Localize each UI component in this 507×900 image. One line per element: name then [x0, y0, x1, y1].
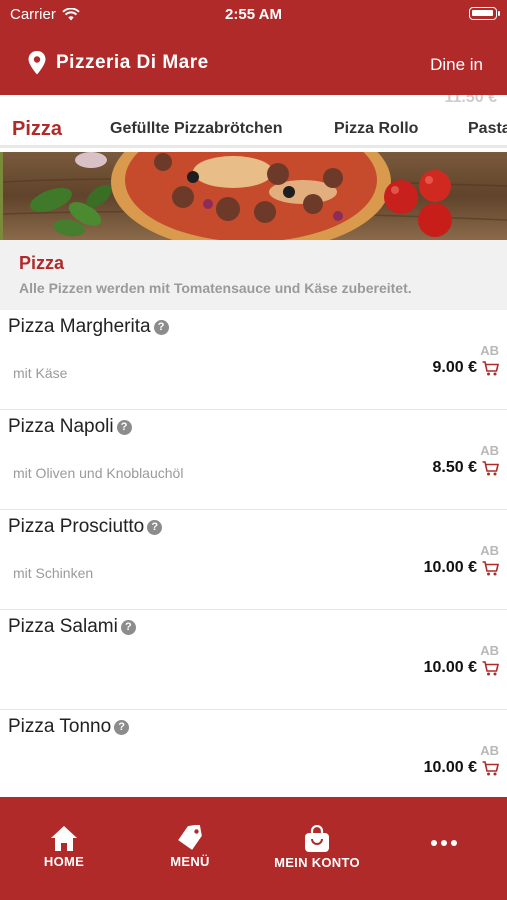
menu-item[interactable]: Pizza Salami ? AB 10.00 €	[0, 610, 507, 710]
item-price: 9.00 €	[432, 359, 477, 376]
item-price: 8.50 €	[432, 459, 477, 476]
category-section-header: Pizza Alle Pizzen werden mit Tomatensauc…	[0, 240, 507, 310]
info-icon[interactable]: ?	[116, 419, 132, 435]
price-prefix: AB	[480, 743, 499, 758]
cart-icon[interactable]	[482, 460, 499, 476]
cart-icon[interactable]	[482, 760, 499, 776]
price-prefix: AB	[480, 543, 499, 558]
menu-item[interactable]: Pizza Tonno ? AB 10.00 €	[0, 710, 507, 810]
home-icon	[51, 826, 77, 851]
info-icon[interactable]: ?	[153, 319, 169, 335]
item-description: mit Käse	[13, 365, 68, 381]
nav-home-label: HOME	[43, 854, 85, 869]
restaurant-title[interactable]: Pizzeria Di Mare	[56, 52, 209, 74]
cart-icon[interactable]	[482, 660, 499, 676]
nav-menu-label: MENÜ	[170, 854, 210, 869]
item-description: mit Oliven und Knoblauchöl	[13, 465, 184, 481]
info-icon[interactable]: ?	[120, 619, 136, 635]
battery-icon	[469, 7, 500, 20]
menu-item[interactable]: Pizza Prosciutto ? mit Schinken AB 10.00…	[0, 510, 507, 610]
cart-icon[interactable]	[482, 560, 499, 576]
item-name: Pizza Napoli	[8, 416, 114, 437]
section-title: Pizza	[19, 253, 65, 273]
more-icon	[431, 840, 457, 846]
price-prefix: AB	[480, 443, 499, 458]
tab-pizza-rollo[interactable]: Pizza Rollo	[334, 120, 418, 138]
category-banner-image	[0, 152, 507, 240]
menu-item[interactable]: Pizza Margherita ? mit Käse AB 9.00 €	[0, 310, 507, 410]
item-name: Pizza Margherita	[8, 316, 151, 337]
location-pin-icon[interactable]	[28, 51, 46, 75]
item-price: 10.00 €	[423, 559, 477, 576]
ghost-price: 11.50 €	[444, 95, 498, 106]
nav-account[interactable]: MEIN KONTO	[262, 825, 372, 870]
item-price: 10.00 €	[423, 759, 477, 776]
nav-menu[interactable]: MENÜ	[135, 825, 245, 869]
price-prefix: AB	[480, 343, 499, 358]
menu-item[interactable]: Pizza Napoli ? mit Oliven und Knoblauchö…	[0, 410, 507, 510]
menu-item-list: Pizza Margherita ? mit Käse AB 9.00 € Pi…	[0, 310, 507, 810]
cart-icon[interactable]	[482, 360, 499, 376]
item-name: Pizza Tonno	[8, 716, 112, 737]
item-name: Pizza Salami	[8, 616, 118, 637]
tab-pizza[interactable]: Pizza	[12, 118, 62, 141]
bag-icon	[305, 825, 329, 852]
status-bar: Carrier 2:55 AM	[0, 0, 507, 28]
category-tabs: Pizza Gefüllte Pizzabrötchen Pizza Rollo…	[0, 110, 507, 148]
status-time: 2:55 AM	[225, 6, 282, 23]
info-icon[interactable]: ?	[114, 719, 130, 735]
dine-in-button[interactable]: Dine in	[430, 55, 483, 75]
tab-pasta[interactable]: Pasta	[468, 120, 507, 138]
item-name: Pizza Prosciutto	[8, 516, 145, 537]
tag-icon	[178, 825, 202, 850]
bottom-nav: HOME MENÜ MEIN KONTO	[0, 797, 507, 900]
nav-account-label: MEIN KONTO	[274, 855, 360, 870]
nav-home[interactable]: HOME	[9, 825, 119, 869]
title-bar: Pizzeria Di Mare Dine in	[0, 44, 507, 84]
nav-more[interactable]	[389, 839, 499, 849]
price-prefix: AB	[480, 643, 499, 658]
tab-gefuellte-pizzabroetchen[interactable]: Gefüllte Pizzabrötchen	[110, 120, 282, 138]
item-price: 10.00 €	[423, 659, 477, 676]
pizza-photo	[3, 152, 507, 240]
section-description: Alle Pizzen werden mit Tomatensauce und …	[19, 280, 412, 296]
item-description: mit Schinken	[13, 565, 94, 581]
info-icon[interactable]: ?	[147, 519, 163, 535]
app-header: Carrier 2:55 AM Pizzeria Di Mare Dine in	[0, 0, 507, 95]
